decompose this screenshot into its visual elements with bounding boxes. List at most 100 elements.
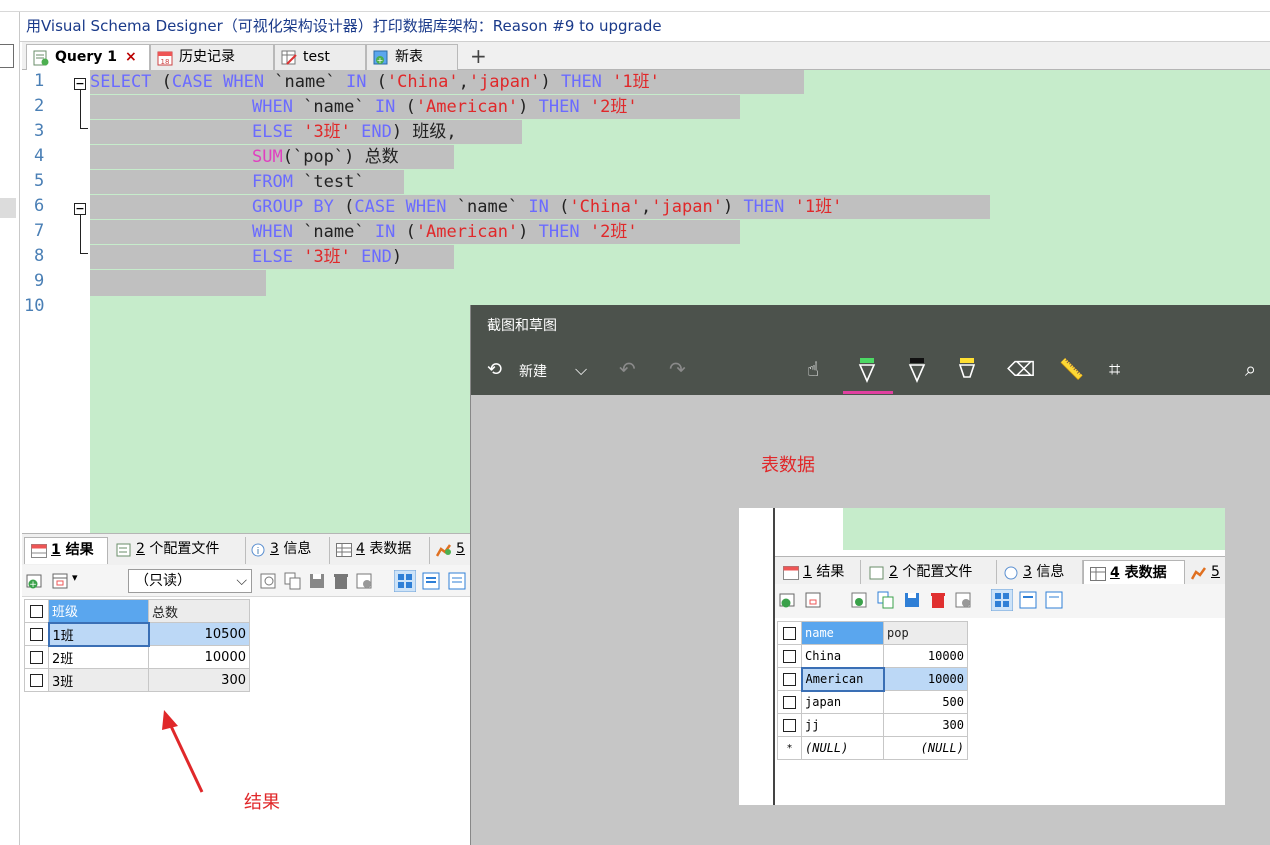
copy-icon	[877, 591, 894, 609]
row-checkbox	[777, 667, 802, 691]
view-mode-icon[interactable]	[52, 572, 70, 590]
chevron-down-icon[interactable]: ⌵	[575, 360, 587, 380]
left-panel	[0, 12, 20, 845]
svg-text:18: 18	[161, 58, 170, 66]
tab-new-table[interactable]: + 新表	[366, 44, 458, 70]
code-line-6: GROUP BY (CASE WHEN `name` IN ('China','…	[90, 195, 990, 219]
result-tab-profiles[interactable]: 2 个配置文件	[110, 537, 246, 564]
table-row: japan 500	[777, 690, 968, 714]
tab-label: 表数据	[369, 541, 412, 557]
chart-icon	[1191, 567, 1207, 580]
result-tab-bar: 1 结果 2 个配置文件 i 3 信息 4 表数据 5	[22, 533, 472, 565]
table-row: American 10000	[777, 666, 968, 692]
inner-tab-info: 3 信息	[997, 560, 1083, 587]
tab-number: 3	[270, 541, 279, 557]
ballpoint-pen-icon[interactable]	[857, 357, 877, 383]
row-checkbox	[777, 644, 802, 668]
save-icon	[905, 593, 919, 607]
inner-tab-profiles: 2 个配置文件	[863, 560, 997, 587]
copy-icon[interactable]	[284, 572, 302, 590]
table-data-grid: name pop China 10000 American 10000 japa…	[777, 621, 968, 760]
cancel-changes-icon[interactable]	[356, 572, 374, 590]
form-view-icon[interactable]	[422, 572, 440, 590]
chevron-down-icon[interactable]: ▾	[72, 571, 78, 584]
new-snip-icon[interactable]: ⟲	[487, 359, 502, 380]
tab-query-1[interactable]: Query 1 ×	[26, 44, 150, 70]
add-row-icon	[779, 593, 795, 608]
add-tab-button[interactable]: +	[470, 44, 487, 70]
eraser-icon[interactable]: ⌫	[1007, 357, 1035, 381]
grid-header-row: 班级 总数	[24, 599, 250, 623]
readonly-select[interactable]: （只读） ⌵	[128, 569, 252, 593]
info-icon	[1004, 566, 1018, 580]
save-icon[interactable]	[308, 572, 326, 590]
new-row: * (NULL) (NULL)	[777, 736, 968, 760]
result-tab-info[interactable]: i 3 信息	[244, 537, 330, 564]
grid-cell: 10000	[883, 667, 968, 691]
calendar-icon: 18	[157, 51, 173, 66]
grid-view-icon[interactable]	[394, 570, 416, 592]
grid-cell[interactable]: 3班	[48, 668, 149, 692]
tab-test[interactable]: test	[274, 44, 366, 70]
grid-cell[interactable]: 2班	[48, 645, 149, 669]
result-grid[interactable]: 班级 总数 1班 10500 2班 10000 3班 300	[24, 599, 250, 692]
close-icon[interactable]: ×	[125, 49, 137, 65]
table-row[interactable]: 3班 300	[24, 668, 250, 692]
new-row-marker: *	[777, 736, 802, 760]
fold-toggle-icon[interactable]: −	[74, 78, 86, 90]
column-header[interactable]: 总数	[148, 599, 250, 623]
text-view-icon	[1045, 591, 1063, 609]
table-icon	[336, 543, 352, 557]
tab-label: 个配置文件	[149, 541, 220, 557]
table-icon	[1090, 567, 1106, 581]
text-view-icon[interactable]	[448, 572, 466, 590]
inner-toolbar	[775, 584, 1225, 618]
info-icon: i	[251, 543, 265, 557]
ruler-icon[interactable]: 📏	[1059, 357, 1084, 381]
inner-result-tabs: 1 结果 2 个配置文件 3 信息 4 表数据 5	[775, 556, 1225, 587]
delete-icon[interactable]	[332, 572, 350, 590]
zoom-icon[interactable]: ⌕	[1245, 357, 1256, 381]
grid-cell[interactable]: 300	[148, 668, 250, 692]
tab-number: 1	[51, 542, 61, 558]
grid-cell: (NULL)	[883, 736, 968, 760]
code-line-9	[90, 270, 266, 296]
table-row[interactable]: 2班 10000	[24, 645, 250, 669]
snip-sketch-window: 截图和草图 ⟲ 新建 ⌵ ↶ ↷ ☝ ⌫ 📏 ⌗ ⌕ 表数据 1 结果 2 个配…	[470, 305, 1270, 845]
grid-cell[interactable]: 1班	[47, 621, 150, 647]
svg-text:i: i	[257, 547, 260, 557]
grid-cell: 10000	[883, 644, 968, 668]
row-checkbox[interactable]	[24, 645, 49, 669]
redo-icon[interactable]: ↷	[669, 357, 686, 381]
row-checkbox[interactable]	[24, 668, 49, 692]
tab-label: 信息	[283, 541, 312, 557]
line-number: 4	[34, 146, 45, 166]
undo-icon[interactable]: ↶	[619, 357, 636, 381]
results-grid-icon	[31, 544, 47, 558]
result-tab-5[interactable]: 5	[430, 537, 472, 564]
pencil-icon[interactable]	[907, 357, 927, 383]
snip-image: 1 结果 2 个配置文件 3 信息 4 表数据 5 name pop China…	[739, 508, 1225, 805]
tab-history[interactable]: 18 历史记录	[150, 44, 274, 70]
row-checkbox[interactable]	[24, 622, 49, 646]
highlighter-icon[interactable]	[957, 357, 977, 383]
add-row-icon[interactable]: +	[26, 572, 44, 590]
fold-toggle-icon[interactable]: −	[74, 203, 86, 215]
crop-icon[interactable]: ⌗	[1109, 357, 1120, 381]
grid-cell[interactable]: 10000	[148, 645, 250, 669]
result-tab-results[interactable]: 1 结果	[24, 537, 108, 564]
profile-icon	[116, 543, 131, 557]
select-all-checkbox[interactable]	[24, 599, 49, 623]
touch-writing-icon[interactable]: ☝	[807, 357, 819, 381]
table-edit-icon	[281, 50, 297, 65]
grid-cell[interactable]: 10500	[148, 622, 250, 646]
grid-cell: japan	[801, 690, 884, 714]
refresh-grid-icon[interactable]	[260, 572, 278, 590]
table-row[interactable]: 1班 10500	[24, 621, 250, 647]
code-line-4: SUM(`pop`) 总数	[90, 145, 454, 169]
snip-title: 截图和草图	[471, 305, 1270, 347]
result-tab-table-data[interactable]: 4 表数据	[330, 537, 430, 564]
new-snip-button[interactable]: 新建	[519, 361, 547, 381]
column-header[interactable]: 班级	[48, 599, 149, 623]
inner-tab-table-data: 4 表数据	[1083, 560, 1185, 587]
